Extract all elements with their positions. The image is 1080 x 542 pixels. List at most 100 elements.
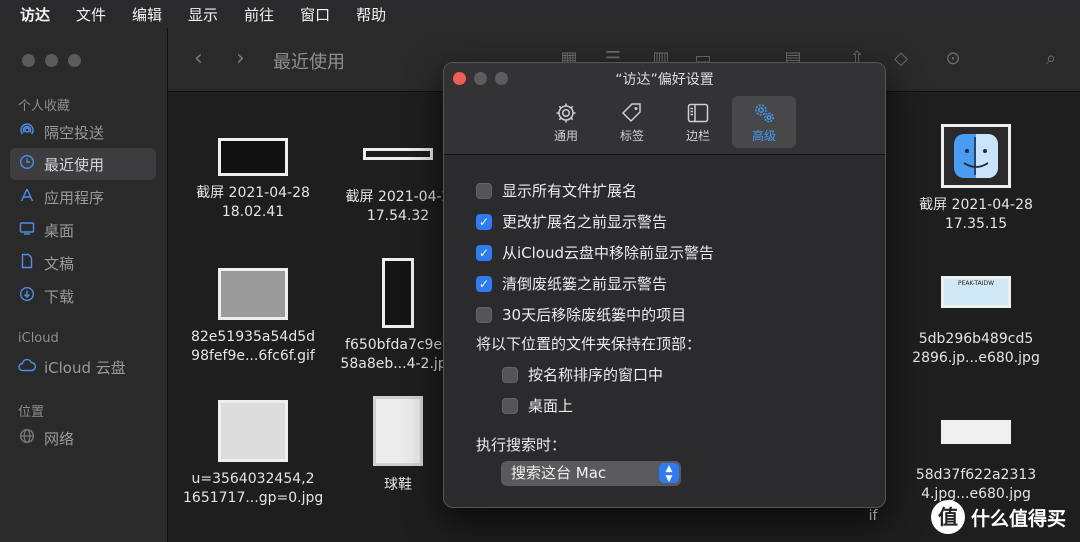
file-item[interactable]: 58d37f622a2313 4.jpg...e680.jpg	[906, 420, 1046, 504]
gear-icon	[556, 103, 576, 123]
tab-sidebar[interactable]: 边栏	[666, 96, 730, 148]
sidebar-item-airdrop[interactable]: 隔空投送	[10, 116, 156, 148]
menu-edit[interactable]: 编辑	[132, 4, 162, 25]
file-name-line-1: 截屏 2021-04-28	[919, 197, 1033, 213]
file-item[interactable]: u=3564032454,2 1651717...gp=0.jpg	[183, 400, 323, 508]
folders-on-top-in-windows-checkbox[interactable]: 按名称排序的窗口中	[502, 364, 663, 385]
search-scope-label: 执行搜索时：	[476, 436, 567, 454]
sidebar-item-applications[interactable]: 应用程序	[10, 181, 156, 213]
file-thumbnail	[382, 258, 414, 328]
chevron-up-down-icon: ▲ ▼	[659, 463, 679, 484]
menu-app-finder[interactable]: 访达	[20, 4, 50, 25]
zoom-button[interactable]	[68, 54, 81, 67]
option-label: 按名称排序的窗口中	[528, 366, 664, 384]
search-scope-select[interactable]: 搜索这台 Mac ▲ ▼	[501, 461, 681, 486]
tab-advanced[interactable]: 高级	[732, 96, 796, 148]
checkbox-unchecked[interactable]	[502, 397, 518, 414]
sidebar-item-recents[interactable]: 最近使用	[10, 148, 156, 180]
tab-general[interactable]: 通用	[534, 96, 598, 148]
option-label: 显示所有文件扩展名	[502, 182, 638, 200]
warn-before-icloud-remove-checkbox[interactable]: ✓ 从iCloud云盘中移除前显示警告	[476, 242, 714, 263]
minimize-button[interactable]	[45, 54, 58, 67]
file-item[interactable]: 截屏 2021-04-28 18.02.41	[183, 138, 323, 222]
menu-file[interactable]: 文件	[76, 4, 106, 25]
file-thumbnail	[218, 400, 288, 462]
option-label: 更改扩展名之前显示警告	[502, 213, 668, 231]
file-name-line-2: if	[868, 508, 878, 524]
warn-before-empty-trash-checkbox[interactable]: ✓ 清倒废纸篓之前显示警告	[476, 273, 667, 294]
tab-label: 高级	[751, 129, 776, 143]
file-thumbnail	[363, 148, 433, 160]
menu-help[interactable]: 帮助	[356, 4, 386, 25]
cloud-icon	[18, 358, 37, 376]
watermark-glyph: 值	[930, 500, 965, 534]
watermark-logo: 值 什么值得买	[930, 500, 1066, 534]
forward-button[interactable]: ›	[236, 46, 245, 71]
warn-before-extension-change-checkbox[interactable]: ✓ 更改扩展名之前显示警告	[476, 211, 667, 232]
file-name-line-1: 82e51935a54d5d	[190, 329, 316, 345]
tag-icon[interactable]: ◇	[888, 48, 914, 70]
tag-icon	[621, 103, 641, 123]
show-all-extensions-checkbox[interactable]: 显示所有文件扩展名	[476, 180, 637, 201]
sidebar-item-desktop[interactable]: 桌面	[10, 214, 156, 246]
checkmark-icon[interactable]: ✓	[476, 213, 492, 230]
close-button[interactable]	[22, 54, 35, 67]
sidebar-item-label: iCloud 云盘	[44, 358, 126, 377]
sidebar: 个人收藏 隔空投送 最近使用 应用程序 桌面 文稿 下载 iCloud iClo…	[0, 28, 168, 542]
airdrop-icon	[18, 122, 36, 142]
checkbox-unchecked[interactable]	[502, 366, 518, 383]
finder-preferences-dialog: “访达”偏好设置 通用 标签 边栏 高级 显示所有文件扩展名 ✓ 更改扩展名之前…	[443, 62, 886, 508]
file-item[interactable]: PEAK-TAIDW 5db296b489cd5 2896.jp...e680.…	[906, 276, 1046, 368]
remove-trash-after-30-days-checkbox[interactable]: 30天后移除废纸篓中的项目	[476, 304, 686, 325]
sidebar-item-downloads[interactable]: 下载	[10, 280, 156, 312]
menu-view[interactable]: 显示	[188, 4, 218, 25]
option-label: 桌面上	[528, 397, 574, 415]
file-name-line-2: 1651717...gp=0.jpg	[183, 490, 324, 506]
sidebar-item-label: 下载	[44, 287, 75, 306]
download-icon	[18, 286, 36, 306]
search-icon[interactable]: ⌕	[1038, 48, 1064, 70]
tab-tags[interactable]: 标签	[600, 96, 664, 148]
option-label: 30天后移除废纸篓中的项目	[502, 306, 687, 324]
sidebar-icon	[687, 103, 709, 123]
watermark-text: 什么值得买	[970, 507, 1066, 530]
sidebar-item-network[interactable]: 网络	[10, 422, 156, 454]
checkbox-unchecked[interactable]	[476, 182, 492, 199]
file-thumbnail	[373, 396, 423, 466]
tab-label: 通用	[553, 129, 578, 143]
file-name-line-1: 5db296b489cd5	[918, 331, 1034, 347]
file-name-line-2: 17.35.15	[944, 216, 1008, 232]
file-item[interactable]: 82e51935a54d5d 98fef9e...6fc6f.gif	[183, 268, 323, 366]
file-thumbnail: PEAK-TAIDW	[941, 276, 1011, 308]
folders-on-top-on-desktop-checkbox[interactable]: 桌面上	[502, 395, 573, 416]
sidebar-item-label: 隔空投送	[44, 123, 105, 142]
checkmark-icon[interactable]: ✓	[476, 275, 492, 292]
sidebar-section-icloud: iCloud	[18, 331, 59, 346]
clock-icon	[18, 154, 36, 174]
sidebar-item-label: 文稿	[44, 254, 75, 273]
file-name-line-2: 18.02.41	[221, 204, 285, 220]
option-label: 清倒废纸篓之前显示警告	[502, 275, 668, 293]
file-item[interactable]: 截屏 2021-04-28 17.35.15	[906, 124, 1046, 234]
sidebar-item-label: 桌面	[44, 221, 75, 240]
tab-label: 边栏	[685, 129, 710, 143]
desktop-icon	[18, 220, 36, 240]
file-name-line-1: u=3564032454,2	[191, 471, 315, 487]
sidebar-item-icloud-drive[interactable]: iCloud 云盘	[10, 351, 156, 383]
finder-face-icon	[954, 134, 998, 178]
more-actions-icon[interactable]: ⊙	[940, 48, 966, 70]
checkmark-icon[interactable]: ✓	[476, 244, 492, 261]
checkbox-unchecked[interactable]	[476, 306, 492, 323]
back-button[interactable]: ‹	[194, 46, 203, 71]
menu-go[interactable]: 前往	[244, 4, 274, 25]
gears-icon	[755, 104, 774, 123]
dialog-title: “访达”偏好设置	[615, 72, 714, 88]
file-thumbnail	[941, 124, 1011, 188]
menu-window[interactable]: 窗口	[300, 4, 330, 25]
file-thumbnail	[218, 138, 288, 176]
document-icon	[18, 253, 36, 273]
window-title: 最近使用	[273, 52, 345, 73]
sidebar-item-documents[interactable]: 文稿	[10, 247, 156, 279]
menu-bar: 访达 文件 编辑 显示 前往 窗口 帮助	[0, 0, 1080, 28]
search-scope-value: 搜索这台 Mac	[511, 464, 607, 482]
